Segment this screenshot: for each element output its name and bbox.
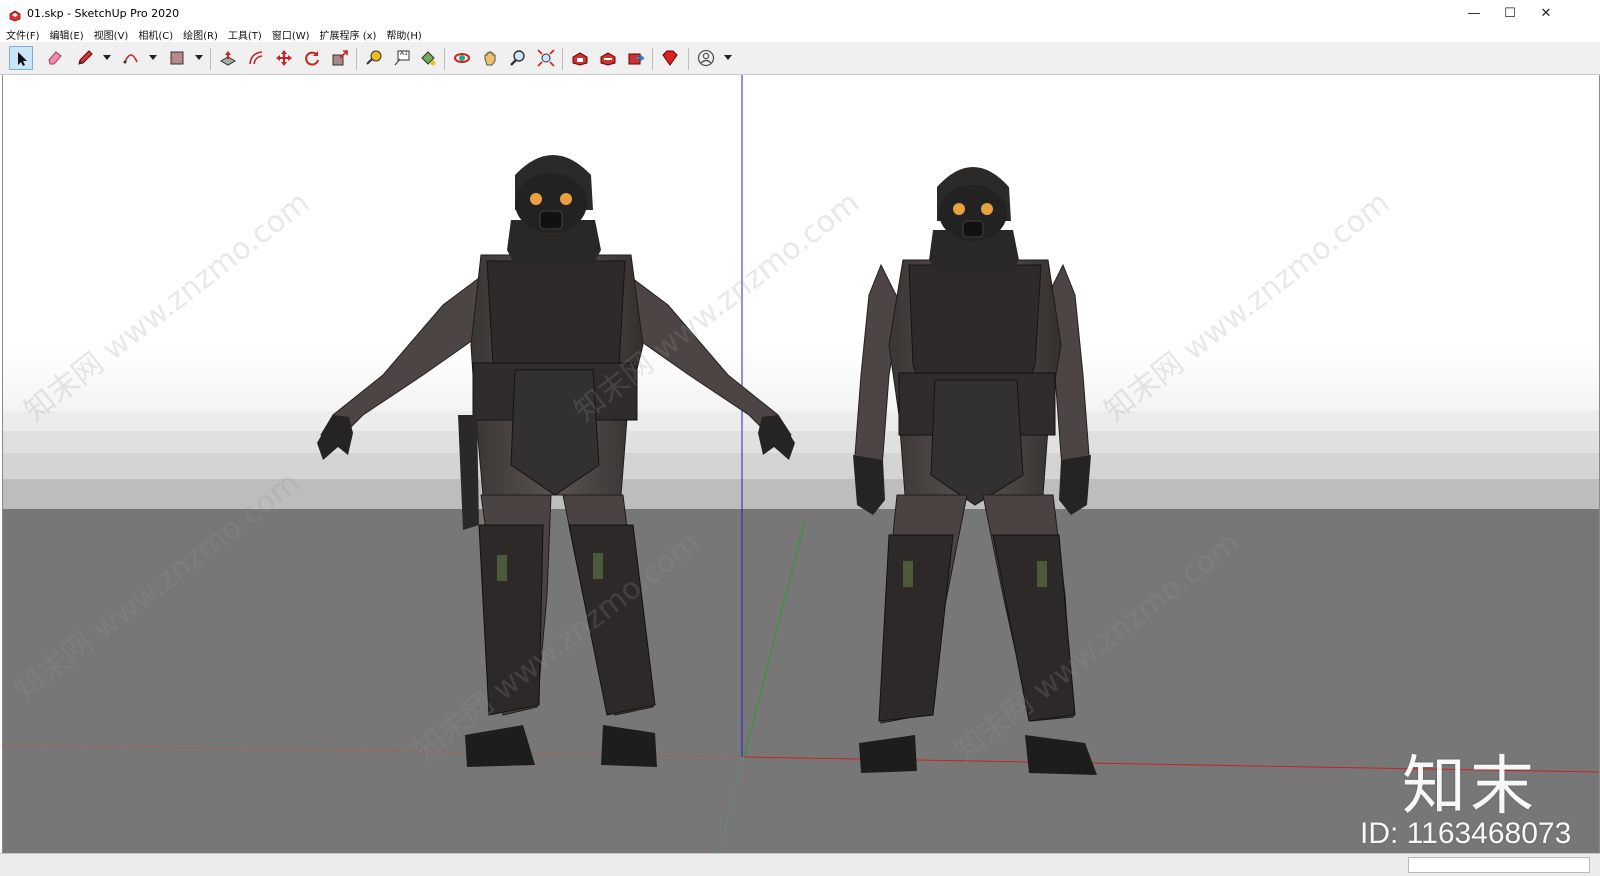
zoom-extents-icon xyxy=(537,49,555,67)
extension-warehouse-button[interactable] xyxy=(596,46,620,70)
horizon-band-2 xyxy=(3,431,1599,453)
paint-bucket-icon xyxy=(421,51,436,66)
eraser-icon xyxy=(48,51,62,65)
scale-tool-button[interactable] xyxy=(328,46,352,70)
account-button[interactable] xyxy=(694,46,718,70)
close-icon: ✕ xyxy=(1540,5,1552,21)
share-model-icon xyxy=(628,53,645,65)
text-tool-label: A1 xyxy=(400,50,408,57)
maximize-button[interactable]: ☐ xyxy=(1492,0,1528,26)
window-title: 01.skp - SketchUp Pro 2020 xyxy=(27,6,180,20)
push-pull-tool-button[interactable] xyxy=(216,46,240,70)
measurements-box[interactable] xyxy=(1408,857,1590,873)
menu-file[interactable]: 文件(F) xyxy=(6,27,40,42)
toolbar-separator xyxy=(210,48,211,70)
pan-tool-button[interactable] xyxy=(478,46,502,70)
zoom-tool-button[interactable] xyxy=(506,46,530,70)
toolbar-separator xyxy=(688,48,689,70)
menu-view[interactable]: 视图(V) xyxy=(94,27,129,42)
orbit-tool-button[interactable] xyxy=(450,46,474,70)
eraser-tool-button[interactable] xyxy=(43,46,67,70)
title-bar: 01.skp - SketchUp Pro 2020 — ☐ ✕ xyxy=(0,0,1600,26)
modeling-viewport[interactable]: 知末网 www.znzmo.com 知末网 www.znzmo.com 知末网 … xyxy=(2,75,1600,853)
horizon-band-3 xyxy=(3,453,1599,479)
pencil-tool-button[interactable] xyxy=(73,46,97,70)
text-tool-button[interactable]: A1 xyxy=(390,46,414,70)
watermark-logo: 知末 xyxy=(1402,750,1538,824)
ruby-console-icon xyxy=(662,50,678,66)
offset-tool-button[interactable] xyxy=(244,46,268,70)
account-dropdown-icon[interactable] xyxy=(724,55,732,60)
toolbar-separator xyxy=(356,48,357,70)
share-model-button[interactable] xyxy=(624,46,648,70)
move-tool-button[interactable] xyxy=(272,46,296,70)
account-icon xyxy=(697,49,715,67)
menu-window[interactable]: 窗口(W) xyxy=(272,27,310,42)
extension-warehouse-icon xyxy=(600,52,616,66)
warehouse-button[interactable] xyxy=(568,46,592,70)
pan-icon xyxy=(484,51,496,66)
rotate-tool-button[interactable] xyxy=(300,46,324,70)
tape-measure-icon xyxy=(366,50,382,65)
paint-bucket-tool-button[interactable] xyxy=(416,46,440,70)
menu-tools[interactable]: 工具(T) xyxy=(228,27,262,42)
arc-tool-button[interactable] xyxy=(119,46,143,70)
pencil-dropdown-icon[interactable] xyxy=(103,55,111,60)
move-icon xyxy=(276,50,292,66)
select-icon xyxy=(18,52,27,66)
horizon-band-1 xyxy=(3,411,1599,431)
toolbar: A1 xyxy=(0,42,1600,75)
rotate-icon xyxy=(305,51,319,66)
scale-icon xyxy=(332,50,348,66)
close-button[interactable]: ✕ xyxy=(1528,0,1564,26)
ground xyxy=(3,509,1599,853)
minimize-icon: — xyxy=(1467,5,1481,21)
select-tool-button[interactable] xyxy=(9,46,33,70)
toolbar-separator xyxy=(562,48,563,70)
arc-dropdown-icon[interactable] xyxy=(149,55,157,60)
zoom-icon xyxy=(510,50,525,66)
menu-bar: 文件(F) 编辑(E) 视图(V) 相机(C) 绘图(R) 工具(T) 窗口(W… xyxy=(0,26,1600,42)
zoom-extents-tool-button[interactable] xyxy=(534,46,558,70)
tape-measure-tool-button[interactable] xyxy=(362,46,386,70)
maximize-icon: ☐ xyxy=(1504,5,1516,21)
menu-help[interactable]: 帮助(H) xyxy=(386,27,421,42)
arc-icon xyxy=(123,54,138,64)
rectangle-tool-button[interactable] xyxy=(165,46,189,70)
orbit-icon xyxy=(454,53,470,63)
sketchup-app-icon xyxy=(9,7,21,22)
menu-camera[interactable]: 相机(C) xyxy=(138,27,173,42)
toolbar-separator xyxy=(444,48,445,70)
minimize-button[interactable]: — xyxy=(1456,0,1492,26)
warehouse-icon xyxy=(572,52,588,66)
status-bar xyxy=(0,853,1600,876)
rectangle-dropdown-icon[interactable] xyxy=(195,55,203,60)
menu-extensions[interactable]: 扩展程序 (x) xyxy=(320,27,377,42)
watermark-id: ID: 1163468073 xyxy=(1360,817,1572,850)
menu-draw[interactable]: 绘图(R) xyxy=(183,27,218,42)
rectangle-icon xyxy=(170,51,184,65)
menu-edit[interactable]: 编辑(E) xyxy=(50,27,84,42)
offset-icon xyxy=(249,51,263,65)
ruby-console-button[interactable] xyxy=(658,46,682,70)
push-pull-icon xyxy=(219,51,237,66)
toolbar-separator xyxy=(652,48,653,70)
pencil-icon xyxy=(78,50,93,65)
